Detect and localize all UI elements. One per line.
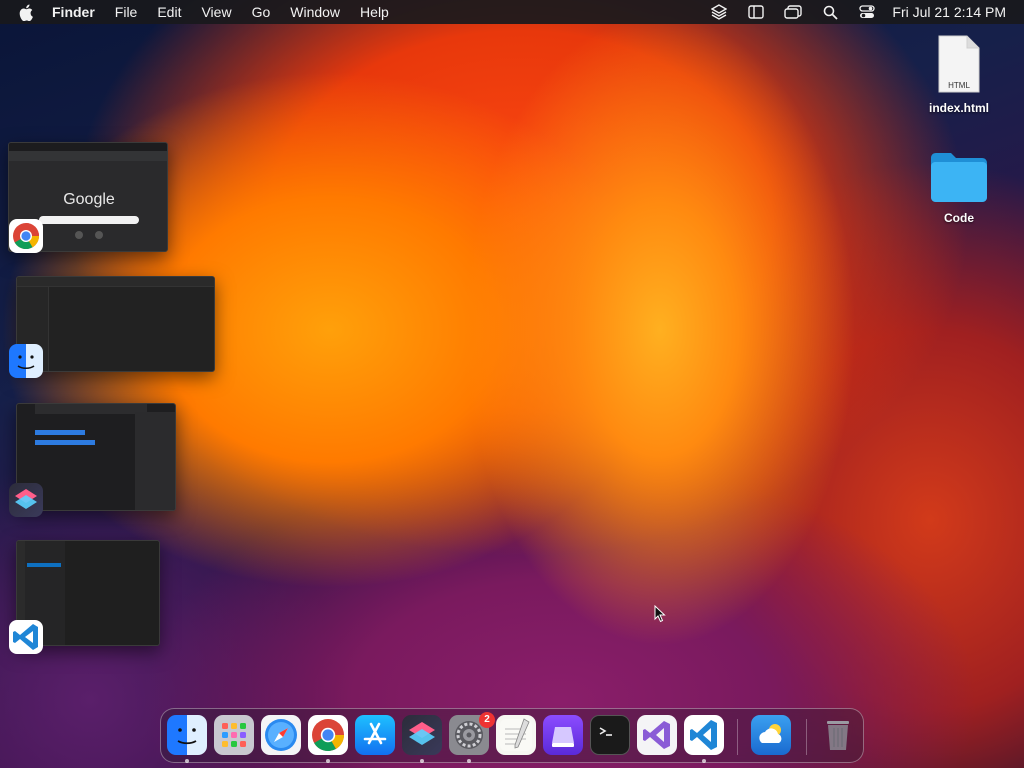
- dock-weather-icon[interactable]: [751, 715, 791, 755]
- spotlight-search-icon[interactable]: [821, 3, 839, 21]
- running-indicator: [467, 759, 471, 763]
- vscode-icon[interactable]: [9, 620, 43, 654]
- dock-separator: [806, 719, 807, 755]
- notification-badge: 2: [479, 712, 495, 728]
- shortcut-tile: [95, 231, 103, 239]
- dock-chrome-icon[interactable]: [308, 715, 348, 755]
- window-titlebar: [35, 404, 147, 414]
- menu-go[interactable]: Go: [252, 4, 271, 20]
- list-row: [35, 430, 85, 435]
- desktop-folder-label: Code: [944, 211, 974, 225]
- desktop-file-index-html[interactable]: HTML index.html: [914, 34, 1004, 115]
- dock-trash-icon[interactable]: [818, 715, 858, 755]
- window-toolbar: [17, 277, 214, 287]
- window-titlebar: [9, 143, 167, 151]
- mouse-cursor-icon: [654, 604, 666, 628]
- desktop-folder-code[interactable]: Code: [914, 150, 1004, 225]
- dock-vscode-icon[interactable]: [684, 715, 724, 755]
- chrome-icon[interactable]: [9, 219, 43, 253]
- shortcut-tile: [75, 231, 83, 239]
- google-search-box: [39, 216, 139, 224]
- dock-shortcuts-icon[interactable]: [402, 715, 442, 755]
- open-folder-button: [27, 563, 61, 567]
- shortcuts-icon[interactable]: [9, 483, 43, 517]
- google-logo-text: Google: [63, 191, 115, 208]
- finder-icon[interactable]: [9, 344, 43, 378]
- status-area: Fri Jul 21 2:14 PM: [691, 0, 1006, 24]
- address-bar: [9, 151, 167, 161]
- dock-launchpad-icon[interactable]: [214, 715, 254, 755]
- layers-icon[interactable]: [710, 3, 728, 21]
- menu-edit[interactable]: Edit: [157, 4, 181, 20]
- control-center-icon[interactable]: [858, 3, 876, 21]
- menu-app-name[interactable]: Finder: [52, 4, 95, 20]
- folder-icon: [931, 153, 987, 202]
- running-indicator: [185, 759, 189, 763]
- stage-manager-icon[interactable]: [784, 3, 803, 21]
- menu-help[interactable]: Help: [360, 4, 389, 20]
- dock: 2: [160, 708, 864, 763]
- file-kind-label: HTML: [948, 81, 970, 90]
- running-indicator: [326, 759, 330, 763]
- dock-terminal-icon[interactable]: [590, 715, 630, 755]
- menu-file[interactable]: File: [115, 4, 138, 20]
- stage-window-finder[interactable]: [16, 276, 215, 372]
- dock-safari-icon[interactable]: [261, 715, 301, 755]
- dock-system-settings-icon[interactable]: 2: [449, 712, 495, 755]
- running-indicator: [702, 759, 706, 763]
- dock-textedit-icon[interactable]: [496, 715, 536, 755]
- dock-finder-icon[interactable]: [167, 715, 207, 755]
- list-row: [35, 440, 95, 445]
- action-panel: [135, 412, 175, 510]
- running-indicator: [420, 759, 424, 763]
- desktop-file-label: index.html: [928, 101, 989, 115]
- dock-visual-studio-icon[interactable]: [637, 715, 677, 755]
- menu-view[interactable]: View: [201, 4, 231, 20]
- apple-menu-icon[interactable]: [16, 2, 36, 22]
- dock-app-store-icon[interactable]: [355, 715, 395, 755]
- sidebar-icon[interactable]: [747, 3, 765, 21]
- menu-window[interactable]: Window: [290, 4, 340, 20]
- menu-clock[interactable]: Fri Jul 21 2:14 PM: [892, 4, 1006, 20]
- dock-configurator-icon[interactable]: [543, 715, 583, 755]
- menu-bar: Finder File Edit View Go Window Help Fri…: [0, 0, 1024, 24]
- dock-separator: [737, 719, 738, 755]
